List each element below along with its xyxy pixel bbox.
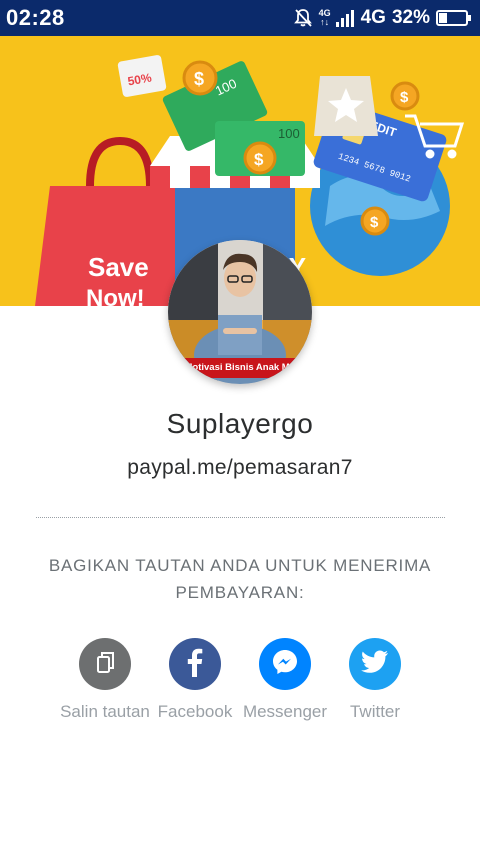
- twitter-icon: [361, 650, 389, 679]
- share-label-twitter: Twitter: [349, 702, 401, 721]
- facebook-icon: [182, 647, 208, 682]
- avatar-caption: Motivasi Bisnis Anak Mu: [168, 358, 312, 378]
- paypal-link[interactable]: paypal.me/pemasaran7: [0, 456, 480, 480]
- svg-text:$: $: [254, 150, 264, 169]
- facebook-circle[interactable]: [169, 638, 221, 690]
- svg-text:Now!: Now!: [86, 285, 145, 306]
- network-type: 4G: [360, 7, 386, 28]
- status-icons: 4G ↑↓ 4G 32%: [293, 6, 472, 30]
- divider: [36, 517, 445, 518]
- svg-text:$: $: [370, 214, 379, 231]
- share-label-copy: Salin tautan: [60, 702, 150, 721]
- share-facebook-button[interactable]: Facebook: [145, 638, 245, 723]
- mute-bell-icon: [293, 8, 313, 28]
- share-options: Salin tautan Facebook Messenger Twitter: [0, 638, 480, 758]
- share-label-facebook: Facebook: [157, 702, 233, 721]
- share-label-messenger: Messenger: [242, 702, 328, 721]
- svg-text:100: 100: [278, 126, 300, 141]
- share-copy-link-button[interactable]: Salin tautan: [55, 638, 155, 723]
- profile-name: Suplayergo: [166, 408, 314, 439]
- copy-link-circle[interactable]: [79, 638, 131, 690]
- twitter-circle[interactable]: [349, 638, 401, 690]
- status-time: 02:28: [6, 5, 65, 30]
- messenger-circle[interactable]: [259, 638, 311, 690]
- copy-icon: [92, 649, 118, 680]
- gift-bag-icon: [314, 76, 378, 136]
- signal-icon: [335, 8, 355, 28]
- svg-text:$: $: [194, 69, 204, 89]
- network-type-small: 4G ↑↓: [318, 8, 331, 27]
- share-heading: BAGIKAN TAUTAN ANDA UNTUK MENERIMA PEMBA…: [48, 556, 432, 602]
- profile-avatar[interactable]: Motivasi Bisnis Anak Mu: [168, 240, 312, 384]
- battery-percent: 32%: [391, 7, 430, 28]
- share-messenger-button[interactable]: Messenger: [235, 638, 335, 723]
- svg-text:$: $: [400, 89, 409, 106]
- svg-text:Save: Save: [88, 252, 149, 282]
- status-bar: 02:28 4G ↑↓ 4G 32%: [0, 0, 480, 36]
- battery-icon: [436, 9, 472, 27]
- messenger-icon: [270, 647, 300, 682]
- tag-icon: 50%: [117, 55, 167, 97]
- share-twitter-button[interactable]: Twitter: [325, 638, 425, 723]
